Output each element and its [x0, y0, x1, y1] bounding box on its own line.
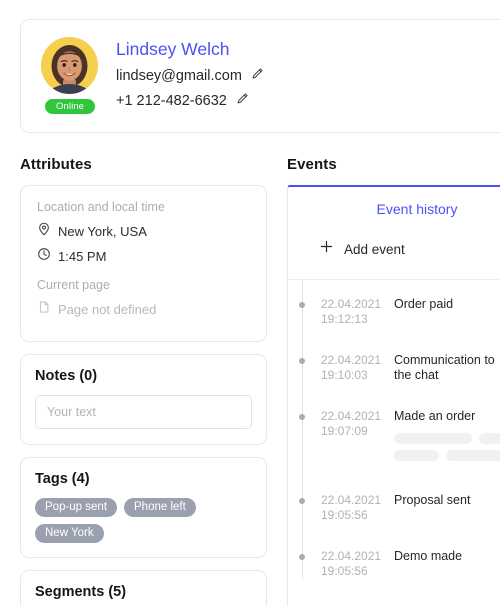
- event-body: Proposal sent: [388, 493, 470, 523]
- current-page-label: Current page: [37, 278, 110, 292]
- location-label: Location and local time: [37, 200, 165, 214]
- event-title: Order paid: [394, 297, 454, 311]
- phone-value: +1 212-482-6632: [116, 93, 227, 109]
- segments-title: Segments (5): [35, 584, 127, 600]
- current-page-row: Page not defined: [37, 300, 250, 319]
- tags-card: Tags (4) Pop-up sent Phone left New York: [20, 457, 267, 558]
- notes-title: Notes (0): [35, 368, 98, 384]
- clock-icon: [37, 247, 51, 266]
- segments-card: Segments (5) Add tag: [20, 570, 267, 606]
- event-detail-skeleton: [394, 433, 500, 461]
- events-panel: Event history Add event 22.04.2021 19:12…: [287, 185, 500, 606]
- user-avatar-photo-icon: [41, 37, 98, 94]
- tag-list: Pop-up sent Phone left New York: [35, 498, 252, 543]
- skeleton-bar: [479, 433, 500, 444]
- event-title: Demo made: [394, 549, 463, 563]
- edit-phone-pencil-icon[interactable]: [236, 92, 249, 110]
- skeleton-bar: [446, 450, 500, 461]
- contact-profile-page: Online Lindsey Welch lindsey@gmail.com +…: [0, 0, 500, 606]
- skeleton-bar: [394, 450, 439, 461]
- add-event-label: Add event: [344, 241, 405, 257]
- document-icon: [37, 300, 51, 319]
- current-page-value: Page not defined: [58, 302, 157, 317]
- tag-chip[interactable]: Pop-up sent: [35, 498, 118, 517]
- timeline-event-item[interactable]: 22.04.2021 19:10:03 Communication to the…: [288, 353, 500, 383]
- attributes-column: Attributes Location and local time New Y…: [20, 156, 267, 606]
- events-tabs: Event history: [288, 187, 500, 217]
- timeline-event-item[interactable]: 22.04.2021 19:05:56 Proposal sent: [288, 493, 500, 523]
- event-time: 19:12:13: [321, 312, 368, 326]
- location-row: New York, USA: [37, 222, 250, 241]
- timeline-event-item[interactable]: 22.04.2021 19:07:09 Made an order: [288, 409, 500, 467]
- plus-icon: [319, 239, 334, 259]
- tag-chip[interactable]: Phone left: [124, 498, 196, 517]
- tag-chip[interactable]: New York: [35, 524, 104, 543]
- event-title: Proposal sent: [394, 493, 471, 507]
- timeline-event-item[interactable]: 22.04.2021 19:12:13 Order paid: [288, 297, 500, 327]
- timeline-event-item[interactable]: 22.04.2021 19:05:56 Demo made: [288, 549, 500, 579]
- timeline-dot-icon: [299, 358, 305, 364]
- events-section-title: Events: [287, 156, 337, 173]
- map-pin-icon: [37, 222, 51, 241]
- profile-details: Lindsey Welch lindsey@gmail.com +1 212-4…: [103, 37, 264, 115]
- event-body: Made an order: [388, 409, 500, 467]
- location-value: New York, USA: [58, 224, 147, 239]
- event-date: 22.04.2021: [321, 353, 382, 367]
- add-event-button[interactable]: Add event: [288, 217, 500, 280]
- event-body: Order paid: [388, 297, 453, 327]
- event-date: 22.04.2021: [321, 493, 382, 507]
- avatar[interactable]: [41, 37, 98, 94]
- avatar-container: Online: [41, 37, 103, 114]
- email-value: lindsey@gmail.com: [116, 68, 242, 84]
- edit-email-pencil-icon[interactable]: [251, 67, 264, 85]
- local-time-value: 1:45 PM: [58, 249, 107, 264]
- email-row: lindsey@gmail.com: [116, 65, 264, 87]
- event-date: 22.04.2021: [321, 297, 382, 311]
- event-time: 19:05:56: [321, 564, 368, 578]
- events-column: Events Event history Add event 22.04.202…: [287, 156, 500, 606]
- skeleton-bar: [394, 433, 472, 444]
- tab-event-history[interactable]: Event history: [377, 201, 458, 217]
- event-time: 19:07:09: [321, 424, 368, 438]
- tags-title: Tags (4): [35, 471, 90, 487]
- event-title: Made an order: [394, 409, 476, 423]
- timeline-dot-icon: [299, 302, 305, 308]
- event-body: Communication to the chat: [388, 353, 500, 383]
- timeline-dot-icon: [299, 554, 305, 560]
- notes-card: Notes (0): [20, 354, 267, 445]
- attributes-card: Location and local time New York, USA 1:…: [20, 185, 267, 342]
- profile-name[interactable]: Lindsey Welch: [116, 39, 264, 60]
- phone-row: +1 212-482-6632: [116, 90, 264, 112]
- event-timeline: 22.04.2021 19:12:13 Order paid 22.04.202…: [288, 280, 500, 579]
- event-body: Demo made: [388, 549, 462, 579]
- event-time: 19:05:56: [321, 508, 368, 522]
- timeline-dot-icon: [299, 498, 305, 504]
- notes-input[interactable]: [35, 395, 252, 429]
- local-time-row: 1:45 PM: [37, 247, 250, 266]
- attributes-section-title: Attributes: [20, 156, 92, 173]
- event-date: 22.04.2021: [321, 409, 382, 423]
- status-badge: Online: [45, 99, 96, 114]
- event-date: 22.04.2021: [321, 549, 382, 563]
- profile-header-card: Online Lindsey Welch lindsey@gmail.com +…: [20, 19, 500, 133]
- event-time: 19:10:03: [321, 368, 368, 382]
- event-title: Communication to the chat: [394, 353, 495, 382]
- timeline-dot-icon: [299, 414, 305, 420]
